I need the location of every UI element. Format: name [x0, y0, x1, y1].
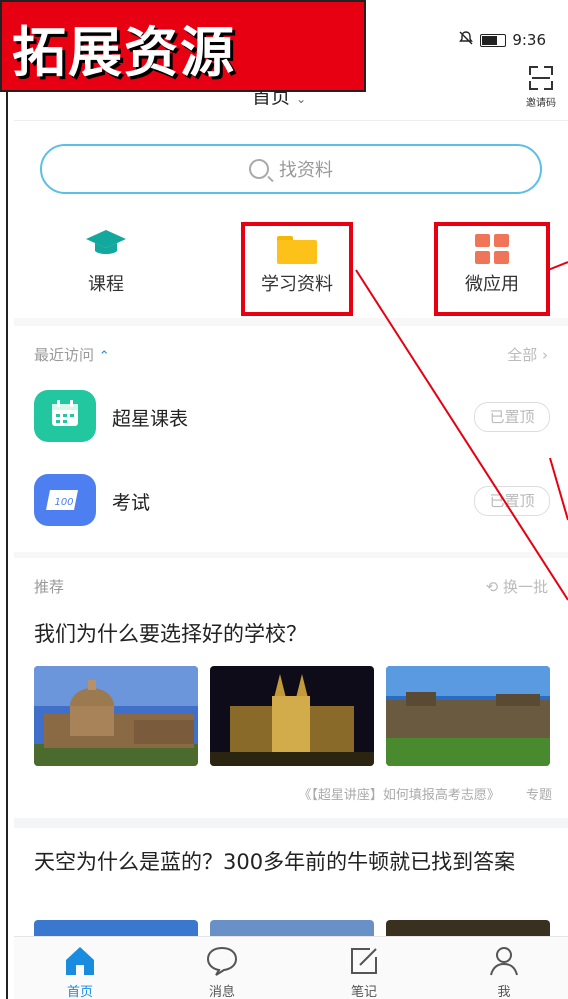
refresh-icon: ⟲ [485, 578, 499, 596]
exam-100-icon: 100 [34, 474, 96, 526]
search-placeholder: 找资料 [279, 160, 333, 181]
chevron-up-icon[interactable]: ⌃ [99, 349, 110, 364]
article-image-library[interactable] [34, 666, 198, 766]
recommend-section-title: 推荐 [34, 578, 65, 596]
scan-icon [529, 66, 553, 90]
header-divider [14, 120, 568, 121]
section-banner: 拓展资源 [0, 0, 366, 92]
chevron-right-icon: › [542, 346, 548, 364]
section-separator [14, 552, 568, 558]
recent-item-name: 超星课表 [112, 408, 189, 430]
bottom-tab-bar: 首页 消息 笔记 我 [14, 936, 568, 999]
quick-action-label: 微应用 [465, 274, 519, 295]
mute-icon [458, 30, 474, 50]
exam-icon-text: 100 [54, 497, 73, 508]
section-separator [14, 818, 568, 828]
tab-messages[interactable]: 消息 [172, 937, 272, 999]
recent-item-exam[interactable]: 100 考试 已置顶 [34, 474, 554, 528]
apps-grid-icon [475, 234, 509, 264]
chevron-down-icon: ⌄ [296, 92, 307, 106]
quick-action-label: 学习资料 [261, 274, 333, 295]
quick-action-micro-apps[interactable]: 微应用 [434, 222, 550, 316]
quick-action-course[interactable]: 课程 [50, 222, 162, 316]
article-tag: 专题 [525, 788, 552, 803]
recent-all-link[interactable]: 全部 › [507, 344, 548, 365]
pinned-badge[interactable]: 已置顶 [474, 402, 550, 432]
recent-item-name: 考试 [112, 492, 151, 514]
refresh-button[interactable]: ⟲ 换一批 [486, 576, 548, 597]
search-input[interactable]: 找资料 [40, 144, 542, 194]
screenshot-frame-edge [6, 0, 8, 999]
graduation-cap-icon [86, 230, 126, 254]
invite-code-label: 邀请码 [526, 98, 556, 109]
pinned-badge[interactable]: 已置顶 [474, 486, 550, 516]
quick-action-label: 课程 [88, 274, 124, 295]
article-source[interactable]: 《【超星讲座】如何填报高考志愿》 专题 [298, 784, 552, 803]
battery-icon [480, 33, 507, 47]
home-icon [66, 947, 94, 975]
recent-item-schedule[interactable]: 超星课表 已置顶 [34, 390, 554, 444]
note-edit-icon [351, 948, 377, 974]
profile-icon [490, 947, 518, 976]
article-title[interactable]: 天空为什么是蓝的？300多年前的牛顿就已找到答案 [34, 848, 554, 876]
app-screen: 9:36 首页 ⌄ 邀请码 找资料 课程 学习资料 微应用 最近访问 ⌃ 全部 … [14, 0, 568, 999]
article-title[interactable]: 我们为什么要选择好的学校？ [34, 620, 554, 648]
tab-me[interactable]: 我 [454, 937, 554, 999]
banner-title: 拓展资源 [12, 21, 236, 84]
search-icon [249, 159, 269, 179]
status-bar: 9:36 [458, 30, 546, 50]
calendar-icon [34, 390, 96, 442]
tab-notes[interactable]: 笔记 [314, 937, 414, 999]
article-image-campus[interactable] [386, 666, 550, 766]
section-separator [14, 318, 568, 326]
recent-section-title: 最近访问 ⌃ [34, 346, 110, 364]
quick-action-study-materials[interactable]: 学习资料 [241, 222, 353, 316]
message-icon [206, 946, 238, 976]
status-time: 9:36 [512, 31, 546, 49]
article-image-chapel[interactable] [210, 666, 374, 766]
folder-icon [277, 236, 317, 264]
tab-home[interactable]: 首页 [30, 937, 130, 999]
invite-code-button[interactable]: 邀请码 [526, 66, 556, 109]
